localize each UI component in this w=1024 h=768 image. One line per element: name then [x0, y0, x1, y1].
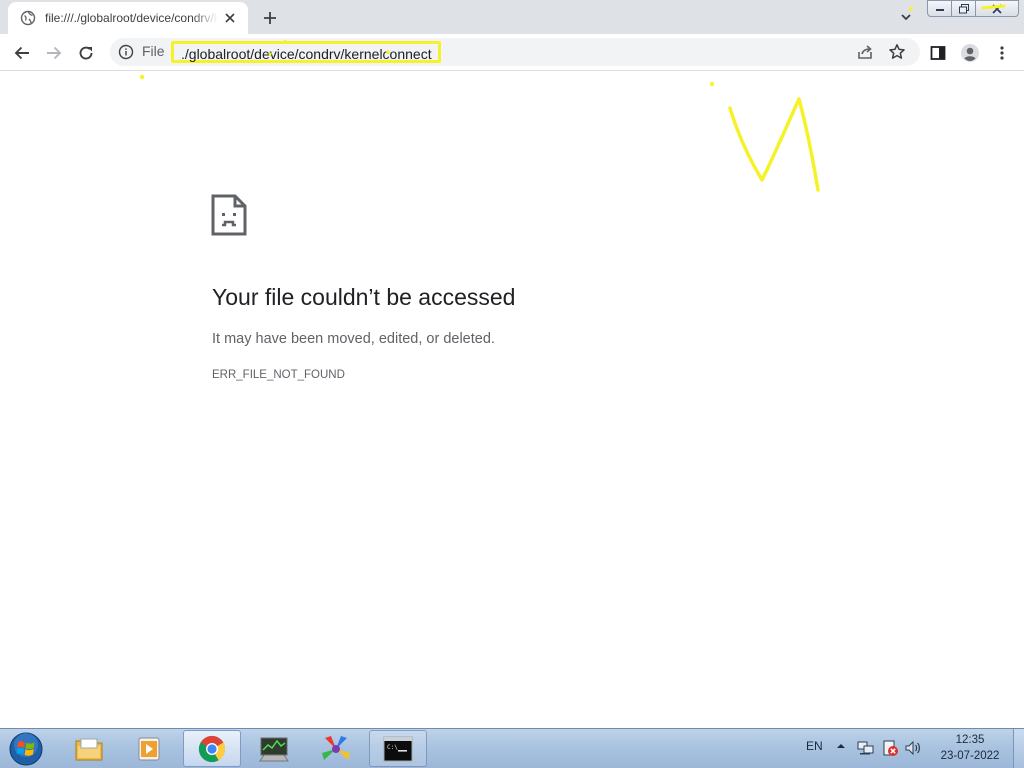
browser-toolbar: File ./globalroot/device/condrv/kernelco…	[0, 34, 1024, 71]
info-icon[interactable]	[118, 44, 134, 60]
reload-button[interactable]	[73, 40, 99, 66]
forward-button[interactable]	[41, 40, 67, 66]
profile-icon	[961, 44, 979, 62]
minimize-icon	[935, 8, 944, 11]
plus-icon	[264, 12, 276, 24]
windows-orb-icon	[9, 732, 43, 766]
error-page: Your file couldn’t be accessed It may ha…	[0, 71, 1024, 728]
start-button[interactable]	[4, 730, 48, 768]
error-heading: Your file couldn’t be accessed	[212, 284, 516, 310]
close-icon	[992, 3, 1002, 14]
tab-strip: file:///./globalroot/device/condrv/kerne…	[0, 0, 1024, 34]
chevron-down-icon	[901, 14, 911, 21]
command-prompt-icon: C:\	[383, 736, 413, 761]
minimize-button[interactable]	[927, 0, 952, 17]
sad-file-icon	[211, 194, 247, 236]
taskbar-media-player[interactable]	[120, 730, 178, 767]
show-desktop-button[interactable]	[1013, 729, 1024, 768]
menu-button[interactable]	[989, 40, 1015, 66]
error-code: ERR_FILE_NOT_FOUND	[212, 369, 345, 381]
taskbar-file-explorer[interactable]	[60, 730, 118, 767]
taskbar: C:\ EN 12:35 23-07-2022	[0, 728, 1024, 768]
arrow-left-icon	[14, 46, 29, 60]
restore-icon	[958, 3, 969, 13]
browser-tab[interactable]: file:///./globalroot/device/condrv/kerne…	[8, 2, 248, 34]
restore-button[interactable]	[952, 0, 976, 17]
media-player-icon	[138, 737, 160, 760]
taskbar-chrome[interactable]	[183, 730, 241, 767]
share-icon[interactable]	[856, 43, 874, 61]
svg-text:C:\: C:\	[387, 744, 398, 751]
reload-icon	[79, 46, 93, 60]
scheme-chip[interactable]: File	[142, 43, 165, 59]
chevron-up-icon[interactable]	[836, 741, 846, 751]
app-icon	[322, 735, 350, 760]
globe-icon	[20, 10, 36, 26]
file-explorer-icon	[75, 738, 103, 760]
side-panel-icon	[930, 46, 946, 60]
taskbar-command-prompt[interactable]: C:\	[369, 730, 427, 767]
new-tab-button[interactable]	[258, 6, 282, 30]
tab-search-button[interactable]	[896, 7, 916, 27]
side-panel-button[interactable]	[925, 40, 951, 66]
kebab-menu-icon	[1000, 46, 1004, 60]
star-icon[interactable]	[888, 43, 906, 61]
network-icon[interactable]	[857, 739, 875, 757]
action-center-icon[interactable]	[881, 739, 899, 757]
chrome-icon	[198, 735, 226, 762]
task-manager-icon	[259, 737, 289, 761]
volume-icon[interactable]	[904, 739, 922, 757]
clock-date[interactable]: 23-07-2022	[935, 750, 1005, 762]
close-window-button[interactable]	[976, 0, 1019, 17]
taskbar-task-manager[interactable]	[245, 730, 303, 767]
taskbar-app[interactable]	[307, 730, 365, 767]
error-message: It may have been moved, edited, or delet…	[212, 331, 495, 347]
address-bar[interactable]: File ./globalroot/device/condrv/kernelco…	[110, 38, 920, 66]
tab-title: file:///./globalroot/device/condrv/kerne…	[45, 11, 218, 25]
close-icon[interactable]	[222, 10, 238, 26]
arrow-right-icon	[47, 46, 62, 60]
url-text[interactable]: ./globalroot/device/condrv/kernelconnect	[171, 41, 441, 63]
clock-time[interactable]: 12:35	[940, 734, 1000, 746]
language-indicator[interactable]: EN	[806, 739, 823, 753]
window-caption-buttons	[927, 0, 1019, 18]
back-button[interactable]	[9, 40, 35, 66]
profile-button[interactable]	[957, 40, 983, 66]
